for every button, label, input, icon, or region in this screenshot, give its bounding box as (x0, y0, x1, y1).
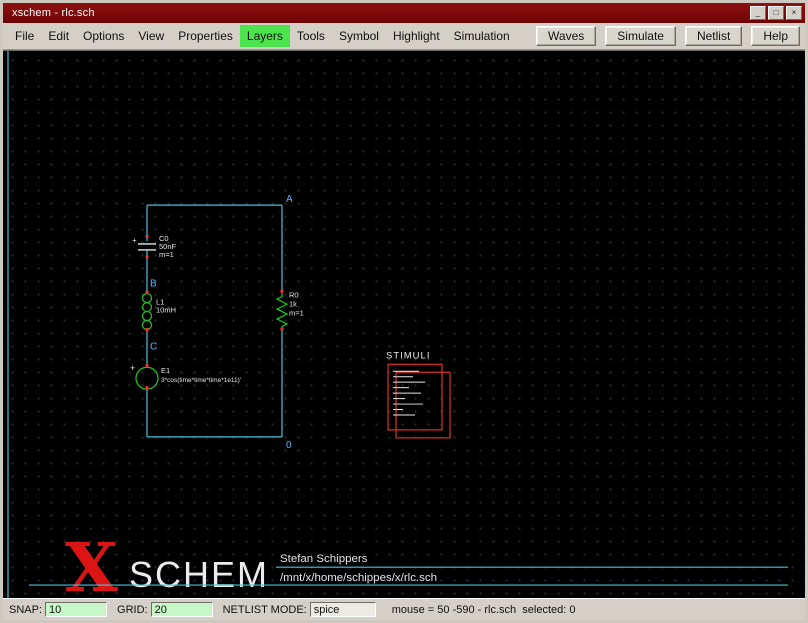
maximize-button[interactable]: □ (768, 6, 784, 20)
capacitor-c0[interactable]: + C0 50nF m=1 (132, 234, 177, 259)
capacitor-plus-sign: + (132, 236, 137, 245)
grid-input[interactable] (151, 602, 213, 617)
menu-file[interactable]: File (8, 25, 41, 47)
window-title: xschem - rlc.sch (12, 7, 748, 19)
inductor-coil-3 (143, 312, 152, 321)
schematic-path-text: /mnt/x/home/schippes/x/rlc.sch (280, 572, 437, 584)
stimuli-label: STIMULI (386, 350, 430, 361)
resistor-ref: R0 (289, 291, 299, 300)
resistor-pin-bottom (281, 327, 284, 330)
waves-button[interactable]: Waves (536, 26, 596, 46)
minimize-icon: _ (756, 9, 760, 17)
inductor-pin-bottom (146, 328, 149, 331)
source-value: 3*cos(time*time*time*1e11)' (161, 377, 241, 384)
author-text: Stefan Schippers (280, 553, 368, 565)
netlist-button[interactable]: Netlist (685, 26, 742, 46)
inductor-value: 10mH (156, 306, 176, 315)
capacitor-mult: m=1 (159, 250, 174, 259)
inductor-coil-1 (143, 294, 152, 303)
menu-layers[interactable]: Layers (240, 25, 290, 47)
inductor-coil-2 (143, 303, 152, 312)
help-button[interactable]: Help (751, 26, 800, 46)
xschem-logo-text: SCHEM (129, 555, 269, 595)
source-plus-sign: + (130, 363, 135, 373)
menubar: File Edit Options View Properties Layers… (3, 23, 805, 50)
resistor-zigzag (277, 293, 287, 331)
node-label-gnd[interactable]: 0 (286, 440, 292, 451)
menu-symbol[interactable]: Symbol (332, 25, 386, 47)
resistor-mult: m=1 (289, 309, 304, 318)
inductor-pin-top (146, 291, 149, 294)
source-pin-bottom (146, 386, 149, 389)
maximize-icon: □ (774, 9, 779, 17)
mouse-status: mouse = 50 -590 - rlc.sch selected: 0 (392, 604, 576, 616)
source-ref: E1 (161, 366, 170, 375)
close-icon: × (792, 9, 797, 17)
menu-highlight[interactable]: Highlight (386, 25, 447, 47)
node-label-c[interactable]: C (150, 341, 157, 352)
grid-label: GRID: (117, 604, 148, 616)
titleblock: X SCHEM Stefan Schippers /mnt/x/home/sch… (29, 527, 788, 598)
netlist-mode-input[interactable] (310, 602, 376, 617)
node-label-a[interactable]: A (286, 194, 293, 205)
menu-view[interactable]: View (131, 25, 171, 47)
menu-tools[interactable]: Tools (290, 25, 332, 47)
source-pin-top (146, 364, 149, 367)
capacitor-pin-bottom (146, 255, 149, 258)
titlebar[interactable]: xschem - rlc.sch _ □ × (3, 3, 805, 23)
close-button[interactable]: × (786, 6, 802, 20)
statusbar: SNAP: GRID: NETLIST MODE: mouse = 50 -59… (3, 598, 805, 620)
stimuli-block[interactable]: STIMULI (386, 350, 450, 438)
netlist-mode-label: NETLIST MODE: (223, 604, 307, 616)
source-e1[interactable]: + E1 3*cos(time*time*time*1e11)' (130, 363, 241, 389)
node-label-b[interactable]: B (150, 279, 157, 290)
snap-label: SNAP: (9, 604, 42, 616)
menu-edit[interactable]: Edit (41, 25, 76, 47)
xschem-logo-x: X (65, 527, 118, 598)
resistor-value: 1k (289, 300, 297, 309)
simulate-button[interactable]: Simulate (605, 26, 676, 46)
source-circle (136, 367, 158, 389)
capacitor-pin-top (146, 235, 149, 238)
schematic-svg: A B C 0 + C0 50nF m=1 (3, 51, 805, 598)
inductor-l1[interactable]: L1 10mH (143, 291, 176, 331)
resistor-r0[interactable]: R0 1k m=1 (277, 290, 304, 331)
menu-properties[interactable]: Properties (171, 25, 240, 47)
schematic-canvas[interactable]: A B C 0 + C0 50nF m=1 (3, 50, 805, 598)
xschem-window: xschem - rlc.sch _ □ × File Edit Options… (0, 0, 808, 623)
minimize-button[interactable]: _ (750, 6, 766, 20)
menu-options[interactable]: Options (76, 25, 131, 47)
menu-simulation[interactable]: Simulation (447, 25, 517, 47)
resistor-pin-top (281, 290, 284, 293)
snap-input[interactable] (45, 602, 107, 617)
